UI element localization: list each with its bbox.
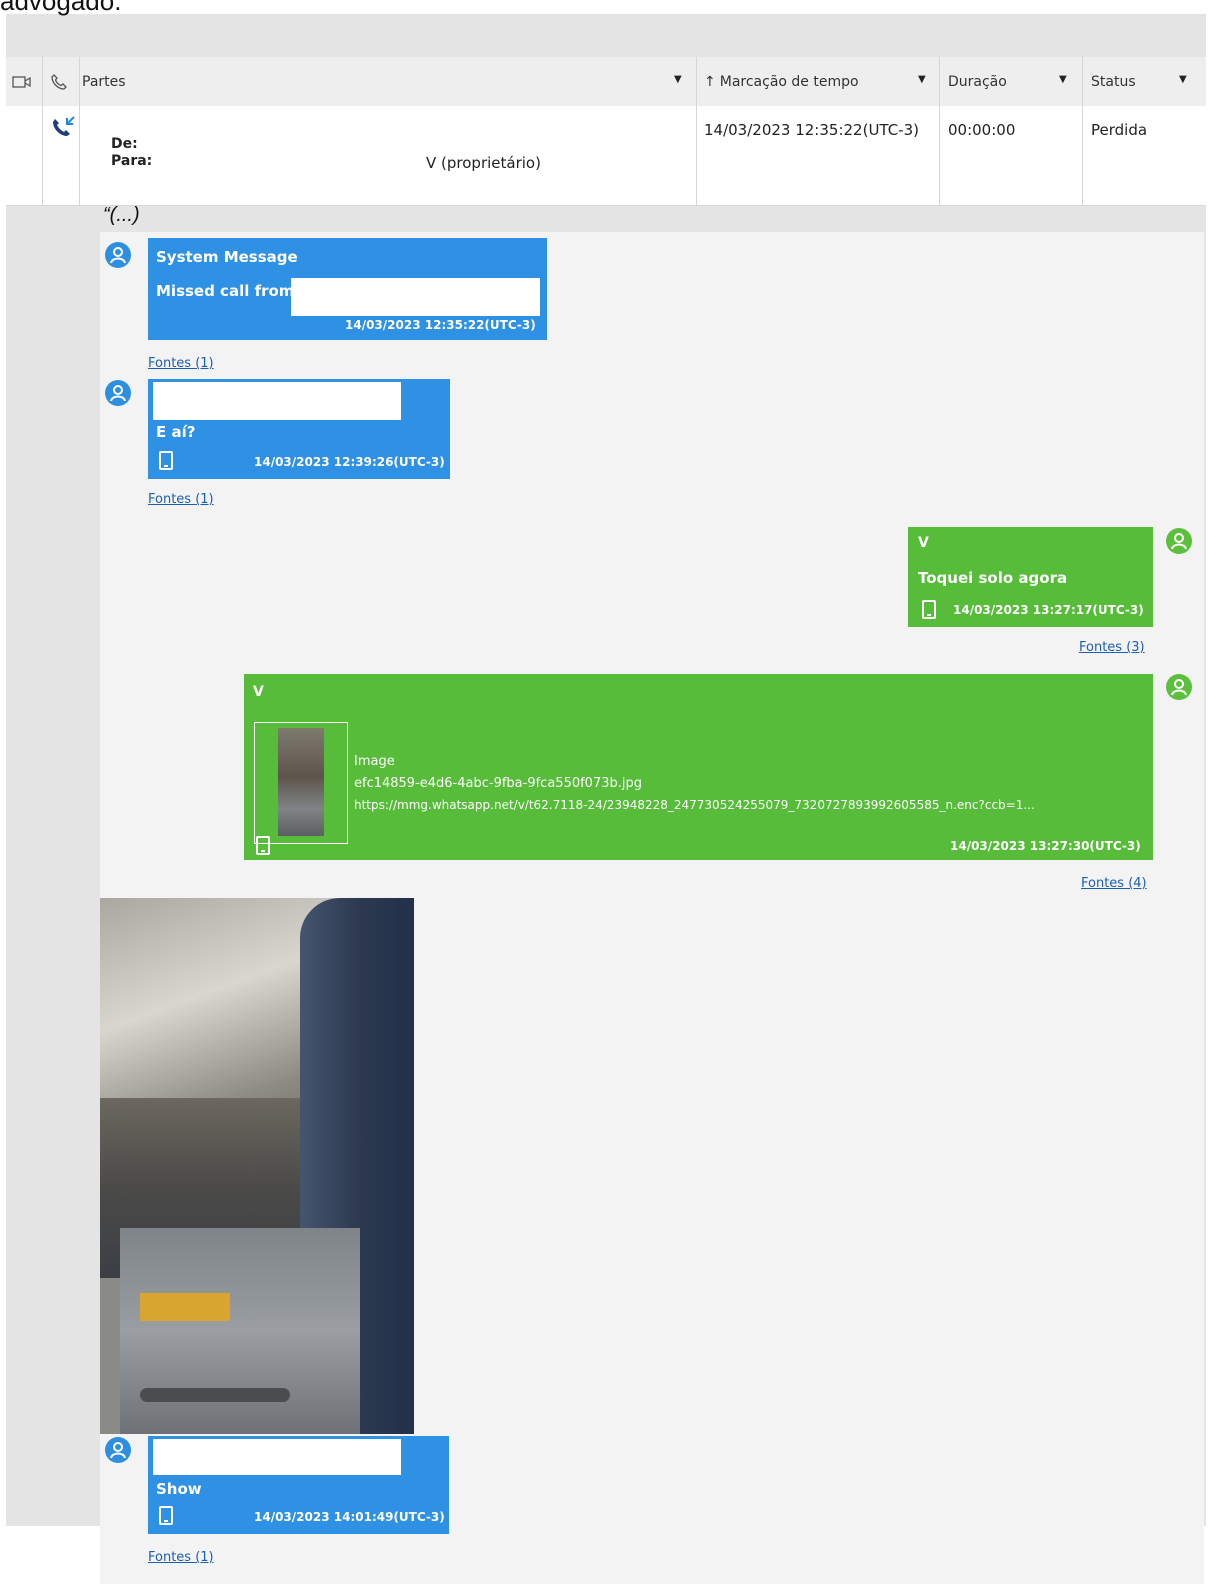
missed-incoming-call-icon [53,116,75,136]
redacted-block [291,278,540,316]
attachment-url[interactable]: https://mmg.whatsapp.net/v/t62.7118-24/2… [354,798,1150,812]
phone-icon [51,73,67,90]
person-icon [1171,533,1187,550]
partes-filter-icon[interactable]: ▼ [674,74,682,85]
message-text: Toquei solo agora [918,569,1068,587]
person-icon [110,1442,126,1459]
message-timestamp: 14/03/2023 12:35:22(UTC-3) [345,318,536,332]
attachment-filename: efc14859-e4d6-4abc-9fba-9fca550f073b.jpg [354,776,642,791]
status-header-label: Status [1091,73,1136,90]
attached-photo[interactable] [100,898,414,1434]
duration-header-label: Duração [948,73,1007,90]
message-text: Missed call from [156,282,295,300]
message-timestamp: 14/03/2023 14:01:49(UTC-3) [254,1510,445,1524]
phone-device-icon [159,451,173,470]
photo-seatback [120,1228,360,1434]
timestamp-column-header[interactable]: ↑ Marcação de tempo [704,57,859,106]
phone-device-icon [256,836,270,855]
message-text: Show [156,1480,202,1498]
message-sender: V [918,535,929,551]
image-thumbnail[interactable] [254,722,348,844]
message-bubble: System Message Missed call from 14/03/20… [148,238,547,340]
sources-link[interactable]: Fontes (1) [148,492,214,507]
redacted-sender [153,382,401,420]
de-label: De: [111,136,138,152]
sources-link[interactable]: Fontes (1) [148,356,214,371]
message-timestamp: 14/03/2023 12:39:26(UTC-3) [254,455,445,469]
call-duration: 00:00:00 [948,121,1016,139]
sources-link[interactable]: Fontes (3) [1079,640,1145,655]
photo-magazine [140,1293,230,1321]
thumbnail-photo [278,728,324,836]
sort-arrow-icon: ↑ [704,73,716,90]
duration-filter-icon[interactable]: ▼ [1059,74,1067,85]
person-icon [110,385,126,402]
owner-avatar [1166,674,1192,700]
table-header: Partes ▼ ↑ Marcação de tempo ▼ Duração ▼… [6,57,1206,107]
redacted-sender [153,1439,401,1475]
message-timestamp: 14/03/2023 13:27:30(UTC-3) [950,839,1141,853]
status-column-header[interactable]: Status [1091,57,1136,106]
message-sender: V [253,684,264,700]
message-timestamp: 14/03/2023 13:27:17(UTC-3) [953,603,1144,617]
status-filter-icon[interactable]: ▼ [1179,74,1187,85]
contact-avatar [105,1437,131,1463]
video-column-header[interactable] [12,57,38,106]
person-icon [1171,679,1187,696]
call-column-header[interactable] [50,57,76,106]
intro-text: advogado. [0,0,122,16]
message-bubble: E aí? 14/03/2023 12:39:26(UTC-3) [148,379,450,479]
contact-avatar [105,242,131,268]
person-icon [110,247,126,264]
attachment-bubble: V Image efc14859-e4d6-4abc-9fba-9fca550f… [244,674,1153,860]
attachment-type: Image [354,754,395,769]
phone-device-icon [922,600,936,619]
message-bubble: Show 14/03/2023 14:01:49(UTC-3) [148,1436,449,1534]
partes-header-label: Partes [82,73,126,90]
para-label: Para: [111,153,153,169]
para-value: V (proprietário) [426,154,541,172]
partes-column-header[interactable]: Partes [82,57,126,106]
sources-link[interactable]: Fontes (1) [148,1550,214,1565]
call-status: Perdida [1091,121,1148,139]
owner-avatar [1166,528,1192,554]
message-text: E aí? [156,423,196,441]
table-row[interactable]: De: Para: V (proprietário) 14/03/2023 12… [6,106,1206,206]
contact-avatar [105,380,131,406]
timestamp-filter-icon[interactable]: ▼ [918,74,926,85]
quote-open: “(...) [103,204,140,226]
duration-column-header[interactable]: Duração [948,57,1007,106]
message-bubble-outgoing: V Toquei solo agora 14/03/2023 13:27:17(… [908,527,1153,627]
phone-device-icon [159,1506,173,1525]
call-timestamp: 14/03/2023 12:35:22(UTC-3) [704,121,919,139]
photo-tray-handle [140,1388,290,1402]
sources-link[interactable]: Fontes (4) [1081,876,1147,891]
message-title: System Message [156,248,298,266]
video-icon [12,75,31,88]
timestamp-header-label: Marcação de tempo [719,73,859,90]
